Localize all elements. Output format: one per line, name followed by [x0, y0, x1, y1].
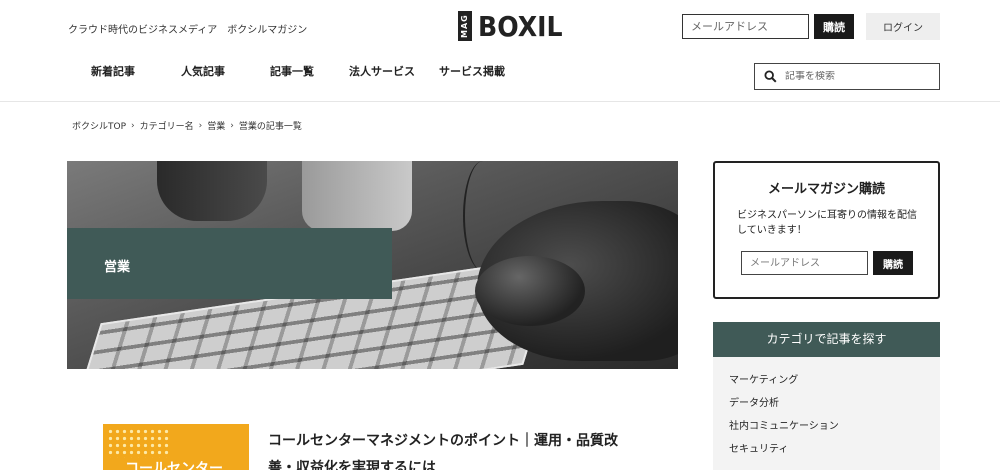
chevron-right-icon: › [230, 120, 234, 131]
nav-popular-articles[interactable]: 人気記事 [181, 63, 225, 79]
newsletter-subscribe-button[interactable]: 購読 [873, 251, 913, 275]
nav-article-list[interactable]: 記事一覧 [270, 63, 314, 79]
header-subscribe-button[interactable]: 購読 [814, 14, 854, 39]
article-thumbnail[interactable]: コールセンター [103, 424, 249, 470]
thumbnail-text: コールセンター [125, 461, 223, 470]
breadcrumb-top[interactable]: ボクシルTOP [72, 119, 126, 132]
nav-corporate-services[interactable]: 法人サービス [349, 63, 415, 79]
category-item-marketing[interactable]: マーケティング [729, 374, 940, 397]
nav-service-listing[interactable]: サービス掲載 [439, 63, 505, 79]
logo-mag-mark: MAG [458, 11, 472, 41]
article-title-link[interactable]: コールセンターマネジメントのポイント｜運用・品質改善・収益化を実現するには [268, 428, 638, 470]
chevron-right-icon: › [198, 120, 203, 131]
breadcrumb-current: 営業の記事一覧 [238, 122, 302, 132]
nav-new-articles[interactable]: 新着記事 [91, 63, 135, 79]
category-list: マーケティング データ分析 社内コミュニケーション セキュリティ [713, 357, 940, 470]
header-divider [0, 101, 1000, 102]
hero-mouse-shape [475, 256, 585, 326]
breadcrumb-category[interactable]: カテゴリー名 [140, 119, 194, 132]
site-tagline: クラウド時代のビジネスメディア ボクシルマガジン [68, 25, 308, 36]
category-title: 営業 [104, 260, 131, 275]
category-item-internal-communication[interactable]: 社内コミュニケーション [729, 420, 940, 443]
newsletter-description: ビジネスパーソンに耳寄りの情報を配信していきます！ [737, 210, 917, 236]
thumbnail-dot-pattern [107, 428, 169, 458]
category-label-panel: 営業 [67, 228, 392, 299]
breadcrumb: ボクシルTOP › カテゴリー名 › 営業 › 営業の記事一覧 [72, 119, 302, 133]
chevron-right-icon: › [131, 120, 135, 131]
login-button[interactable]: ログイン [866, 13, 940, 40]
hero-mug-shape [157, 161, 267, 221]
site-logo[interactable]: MAG BOXIL [458, 8, 572, 44]
category-item-security[interactable]: セキュリティ [729, 443, 940, 466]
article-search [754, 63, 940, 90]
newsletter-title: メールマガジン購読 [767, 182, 885, 197]
hero-cup-shape [302, 161, 412, 231]
category-search-heading: カテゴリで記事を探す [713, 322, 940, 357]
newsletter-box: メールマガジン購読 ビジネスパーソンに耳寄りの情報を配信していきます！ 購読 [713, 161, 940, 299]
search-input[interactable] [785, 71, 925, 82]
header-email-input[interactable] [682, 14, 809, 39]
logo-wordmark: BOXIL [478, 9, 563, 43]
category-hero-image: 営業 [67, 161, 678, 369]
newsletter-email-input[interactable] [741, 251, 868, 275]
breadcrumb-sales[interactable]: 営業 [207, 119, 225, 132]
category-item-data-analysis[interactable]: データ分析 [729, 397, 940, 420]
search-icon[interactable] [755, 70, 785, 83]
